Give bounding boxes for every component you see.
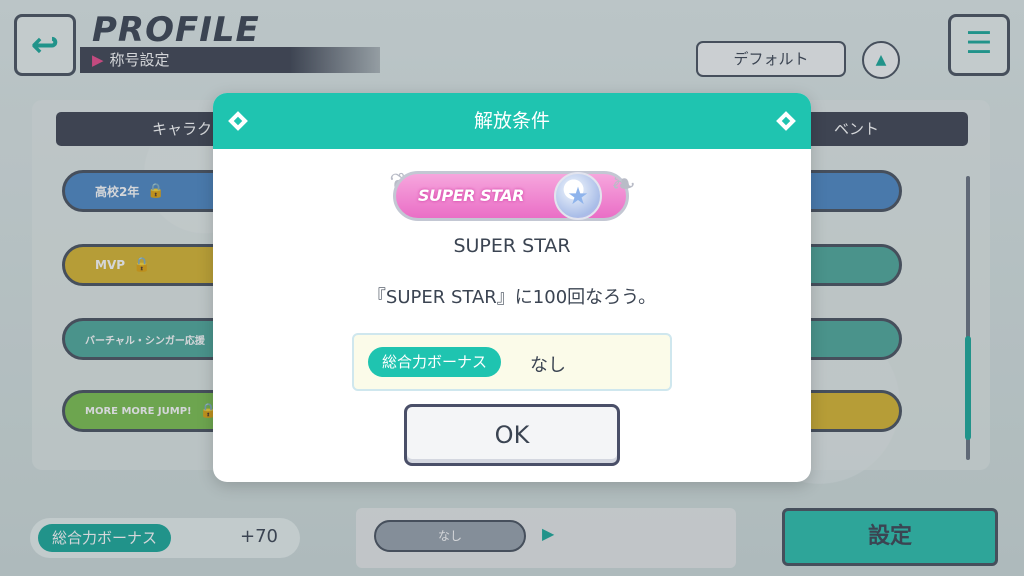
diamond-icon: [776, 111, 796, 131]
star-emblem-icon: ★: [554, 172, 602, 220]
unlock-condition-text: 『SUPER STAR』に100回なろう。: [367, 287, 657, 308]
ok-button[interactable]: OK: [404, 404, 620, 466]
title-name: SUPER STAR: [453, 235, 571, 257]
laurel-right-icon: ❧: [611, 167, 637, 202]
title-badge: SUPER STAR ★: [393, 171, 629, 221]
dialog-title: 解放条件: [473, 110, 550, 132]
diamond-icon: [228, 111, 248, 131]
unlock-condition-dialog: 解放条件 ❦ SUPER STAR ★ ❧ SUPER STAR 『SUPER …: [213, 93, 811, 482]
bonus-label: 総合力ボーナス: [368, 347, 502, 377]
bonus-info-box: 総合力ボーナス なし: [352, 333, 672, 391]
dialog-header: 解放条件: [213, 93, 811, 149]
badge-text: SUPER STAR: [418, 186, 524, 205]
bonus-value: なし: [530, 355, 566, 376]
